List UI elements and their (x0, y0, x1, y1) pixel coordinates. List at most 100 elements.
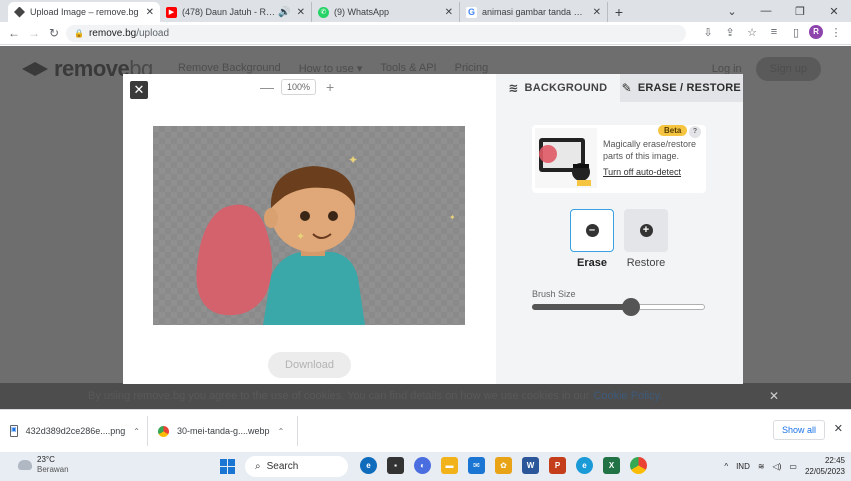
profile-avatar[interactable]: R (809, 25, 823, 39)
removebg-favicon-icon (14, 6, 25, 18)
browser-tab-google[interactable]: G animasi gambar tanda gangguan ✕ (460, 2, 608, 22)
download-item[interactable]: 30-mei-tanda-g....webp ⌃ (148, 416, 298, 446)
new-tab-button[interactable]: + (608, 2, 630, 22)
side-panel-icon[interactable]: ▯ (787, 26, 805, 39)
minimize-icon[interactable]: — (749, 5, 783, 17)
excel-icon[interactable]: X (603, 457, 620, 474)
tab-search-icon[interactable]: ⌄ (715, 5, 749, 18)
signup-button[interactable]: Sign up (755, 57, 821, 81)
chevron-up-icon[interactable]: ⌃ (133, 427, 140, 436)
restore-tool-button[interactable]: + (624, 209, 668, 252)
cookie-close-icon[interactable]: ✕ (769, 389, 779, 403)
volume-icon[interactable]: ◁) (773, 462, 782, 471)
download-filename: 30-mei-tanda-g....webp (177, 426, 270, 436)
reload-icon[interactable]: ↻ (44, 26, 64, 40)
paint-icon[interactable]: ✿ (495, 457, 512, 474)
url-path: /upload (136, 28, 170, 39)
image-canvas[interactable]: ✦ ✦ ✦ (153, 126, 465, 325)
whatsapp-favicon-icon: ✆ (318, 6, 329, 18)
right-eye (328, 211, 338, 221)
turn-off-auto-detect-link[interactable]: Turn off auto-detect (603, 167, 681, 177)
file-explorer-icon[interactable]: ▬ (441, 457, 458, 474)
word-icon[interactable]: W (522, 457, 539, 474)
download-item[interactable]: ▣ 432d389d2ce286e....png ⌃ (0, 416, 148, 446)
youtube-favicon-icon: ▶ (166, 6, 177, 18)
clock[interactable]: 22:45 22/05/2023 (805, 455, 845, 477)
wifi-icon[interactable]: ≋ (758, 462, 765, 471)
cookie-policy-link[interactable]: Cookie Policy. (593, 390, 662, 402)
downloads-bar: ▣ 432d389d2ce286e....png ⌃ 30-mei-tanda-… (0, 409, 851, 452)
tab-background[interactable]: ≋ BACKGROUND (496, 74, 620, 102)
tab-title: (478) Daun Jatuh - Resah Jadi Luka (182, 7, 276, 17)
zoom-in-button[interactable]: + (322, 79, 338, 95)
powerpoint-icon[interactable]: P (549, 457, 566, 474)
chrome-icon[interactable] (630, 457, 647, 474)
windows-taskbar: 23°C Berawan ⌕ Search e ▪ ◐ ▬ ✉ ✿ W P e … (0, 452, 851, 481)
windows-start-icon[interactable] (220, 459, 235, 474)
tab-close-icon[interactable]: ✕ (445, 7, 453, 18)
cookie-banner: By using remove.bg you agree to the use … (0, 383, 851, 409)
browser-tab-removebg[interactable]: Upload Image – remove.bg ✕ (8, 2, 160, 22)
chrome-file-icon (158, 425, 169, 437)
brush-icon: ✎ (621, 81, 632, 95)
brush-size-thumb[interactable] (621, 298, 640, 316)
language-indicator[interactable]: IND (736, 462, 750, 471)
battery-icon[interactable]: ▭ (789, 462, 797, 471)
tab-background-label: BACKGROUND (524, 82, 608, 94)
chat-icon[interactable]: ◐ (414, 457, 431, 474)
modal-close-button[interactable]: ✕ (130, 81, 148, 99)
zoom-out-button[interactable]: — (259, 79, 275, 95)
auto-detect-card: Beta ? Magically erase/restore parts of … (532, 125, 706, 193)
menu-kebab-icon[interactable]: ⋮ (827, 26, 845, 39)
sparkle-icon: ✦ (449, 213, 456, 222)
tab-close-icon[interactable]: ✕ (146, 7, 154, 18)
lock-icon[interactable]: 🔒 (74, 29, 84, 38)
downloads-close-icon[interactable]: ✕ (834, 422, 843, 435)
share-icon[interactable]: ⇪ (721, 26, 739, 39)
reading-list-icon[interactable]: ≡ (765, 26, 783, 38)
browser-tab-youtube[interactable]: ▶ (478) Daun Jatuh - Resah Jadi Luka 🔊 ✕ (160, 2, 312, 22)
task-view-icon[interactable]: ▪ (387, 457, 404, 474)
erase-restore-modal: ✕ — 100% + ✦ ✦ ✦ Download ≋ BACKGROUND ✎… (123, 74, 743, 384)
weather-widget[interactable]: 23°C Berawan (16, 455, 69, 475)
cookie-text: By using remove.bg you agree to the use … (88, 390, 590, 402)
window-close-icon[interactable]: ✕ (817, 5, 851, 18)
sparkle-icon: ✦ (296, 231, 305, 243)
shirt-shape (263, 252, 365, 325)
tab-title: Upload Image – remove.bg (30, 7, 139, 17)
edge-icon[interactable]: e (360, 457, 377, 474)
audio-icon[interactable]: 🔊 (278, 7, 290, 18)
install-app-icon[interactable]: ⇩ (699, 26, 717, 39)
tab-close-icon[interactable]: ✕ (297, 7, 305, 18)
maximize-icon[interactable]: ❐ (783, 5, 817, 18)
chevron-up-icon[interactable]: ⌃ (278, 427, 285, 436)
download-filename: 432d389d2ce286e....png (25, 426, 126, 436)
download-button[interactable]: Download (268, 352, 351, 378)
tab-title: (9) WhatsApp (334, 7, 390, 17)
address-bar[interactable]: 🔒 remove.bg/upload (66, 25, 686, 42)
erase-brush-mark (196, 204, 272, 316)
tray-overflow-icon[interactable]: ^ (724, 462, 728, 471)
mail-icon[interactable]: ✉ (468, 457, 485, 474)
back-icon[interactable]: ← (4, 26, 24, 40)
help-icon[interactable]: ? (689, 126, 701, 138)
clock-date: 22/05/2023 (804, 467, 845, 476)
tab-strip: Upload Image – remove.bg ✕ ▶ (478) Daun … (0, 0, 851, 22)
browser-tab-whatsapp[interactable]: ✆ (9) WhatsApp ✕ (312, 2, 460, 22)
edge-beta-icon[interactable]: e (576, 457, 593, 474)
page-content: remove bg Remove Background How to use ▾ … (0, 46, 851, 409)
taskbar-search[interactable]: ⌕ Search (245, 456, 348, 477)
taskbar-apps: e ▪ ◐ ▬ ✉ ✿ W P e X (360, 457, 647, 474)
sparkle-icon: ✦ (348, 153, 358, 167)
erase-tool-button[interactable]: – (570, 209, 614, 252)
restore-label: Restore (626, 257, 666, 269)
zoom-value: 100% (281, 79, 317, 95)
show-all-button[interactable]: Show all (772, 420, 825, 440)
tab-erase-restore[interactable]: ✎ ERASE / RESTORE (619, 74, 743, 102)
left-eye (300, 211, 310, 221)
forward-icon[interactable]: → (24, 26, 44, 40)
bookmark-star-icon[interactable]: ☆ (743, 26, 761, 39)
cartoon-boy-image: ✦ ✦ ✦ (196, 153, 456, 325)
tab-close-icon[interactable]: ✕ (593, 7, 601, 18)
tab-erase-restore-label: ERASE / RESTORE (637, 82, 741, 94)
